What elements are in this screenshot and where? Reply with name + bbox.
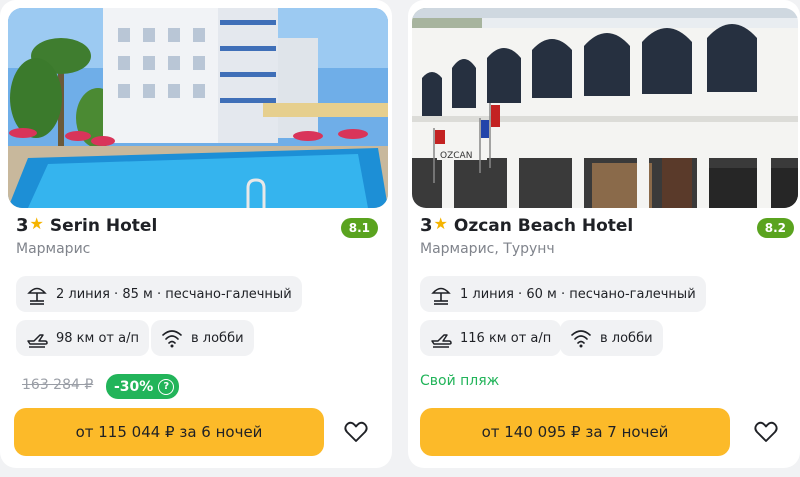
svg-text:OZCAN: OZCAN xyxy=(440,151,472,161)
hotel-card[interactable]: 3 ★ Serin Hotel 8.1 Мармарис 2 линия · 8… xyxy=(0,0,392,468)
wifi-icon xyxy=(571,330,591,348)
info-icon[interactable]: ? xyxy=(158,378,175,395)
discount-badge: -30% ? xyxy=(106,374,180,399)
hotel-photo[interactable]: OZCAN xyxy=(412,8,798,208)
star-count: 3 xyxy=(420,215,433,236)
beach-umbrella-icon xyxy=(431,287,451,305)
hotel-name[interactable]: Ozcan Beach Hotel xyxy=(454,216,633,236)
airport-distance-chip: 98 км от а/п xyxy=(16,320,149,356)
hotel-location: Мармарис, Турунч xyxy=(420,241,555,257)
airplane-icon xyxy=(431,334,452,348)
rating-badge: 8.2 xyxy=(756,218,794,238)
star-count: 3 xyxy=(16,215,29,236)
airplane-icon xyxy=(27,334,48,348)
hotel-title[interactable]: 3 ★ Serin Hotel xyxy=(16,214,157,236)
star-icon: ★ xyxy=(433,214,448,233)
heart-icon[interactable] xyxy=(753,420,779,444)
beach-umbrella-icon xyxy=(27,287,47,305)
hotel-location: Мармарис xyxy=(16,241,91,257)
beach-info-chip: 1 линия · 60 м · песчано-галечный xyxy=(420,276,706,312)
discount-text: -30% xyxy=(114,378,154,395)
hotel-photo-image: OZCAN xyxy=(412,8,798,208)
airport-distance-text: 98 км от а/п xyxy=(56,330,139,346)
hotel-card[interactable]: OZCAN 3 ★ Ozcan Beach Hotel 8.2 Мармарис… xyxy=(408,0,800,468)
rating-badge: 8.1 xyxy=(340,218,378,238)
beach-info-text: 2 линия · 85 м · песчано-галечный xyxy=(56,286,292,302)
price-button[interactable]: от 115 044 ₽ за 6 ночей xyxy=(14,408,324,456)
hotel-photo-image xyxy=(8,8,388,208)
beach-info-text: 1 линия · 60 м · песчано-галечный xyxy=(460,286,696,302)
wifi-text: в лобби xyxy=(600,330,653,346)
hotel-name[interactable]: Serin Hotel xyxy=(50,216,157,236)
airport-distance-chip: 116 км от а/п xyxy=(420,320,562,356)
star-icon: ★ xyxy=(29,214,44,233)
hotel-title[interactable]: 3 ★ Ozcan Beach Hotel xyxy=(420,214,633,236)
old-price: 163 284 ₽ xyxy=(22,377,94,393)
airport-distance-text: 116 км от а/п xyxy=(460,330,552,346)
heart-icon[interactable] xyxy=(343,420,369,444)
beach-info-chip: 2 линия · 85 м · песчано-галечный xyxy=(16,276,302,312)
own-beach-tag: Свой пляж xyxy=(420,373,500,389)
wifi-text: в лобби xyxy=(191,330,244,346)
price-button[interactable]: от 140 095 ₽ за 7 ночей xyxy=(420,408,730,456)
wifi-chip: в лобби xyxy=(560,320,663,356)
hotel-photo[interactable] xyxy=(8,8,388,208)
wifi-icon xyxy=(162,330,182,348)
wifi-chip: в лобби xyxy=(151,320,254,356)
